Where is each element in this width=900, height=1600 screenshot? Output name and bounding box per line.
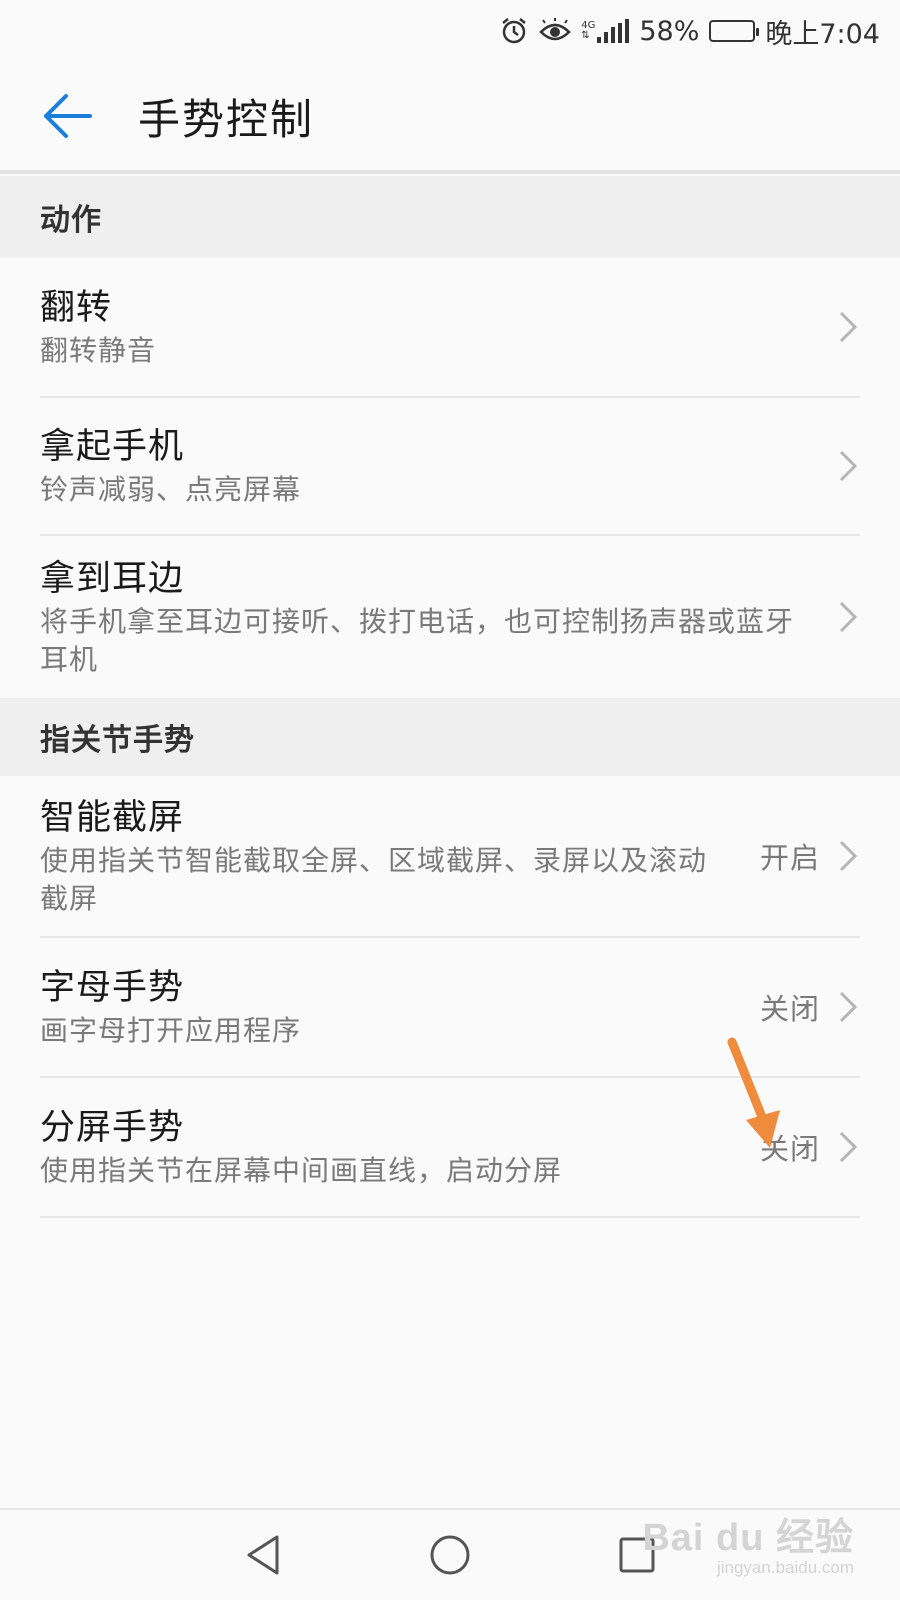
- chevron-right-icon: [838, 839, 860, 873]
- home-circle-icon: [430, 1535, 470, 1575]
- recents-square-icon: [619, 1537, 655, 1573]
- nav-home-button[interactable]: [415, 1520, 485, 1590]
- setting-item-pick-up[interactable]: 拿起手机 铃声减弱、点亮屏幕: [40, 398, 860, 536]
- setting-item-smart-screenshot[interactable]: 智能截屏 使用指关节智能截取全屏、区域截屏、录屏以及滚动截屏 开启: [40, 776, 860, 938]
- signal-icon: 4G ⇅: [581, 19, 630, 43]
- status-time: 晚上7:04: [765, 18, 880, 50]
- item-status-value: 开启: [759, 841, 820, 875]
- item-subtitle: 翻转静音: [40, 334, 157, 367]
- chevron-right-icon: [838, 600, 860, 634]
- chevron-right-icon: [838, 310, 860, 344]
- page-title: 手势控制: [138, 94, 315, 144]
- item-title: 拿起手机: [40, 427, 185, 467]
- back-button[interactable]: [28, 76, 124, 156]
- item-status-value: 关闭: [759, 1132, 820, 1166]
- chevron-right-icon: [838, 990, 860, 1024]
- eye-comfort-icon: [539, 18, 571, 44]
- item-subtitle: 使用指关节在屏幕中间画直线，启动分屏: [40, 1154, 563, 1187]
- title-bar: 手势控制: [0, 62, 900, 174]
- item-subtitle: 使用指关节智能截取全屏、区域截屏、录屏以及滚动截屏: [40, 844, 708, 915]
- settings-list: 动作 翻转 翻转静音 拿起手机 铃声减弱、点亮屏幕 拿到耳边 将手机拿至耳边可接…: [0, 176, 900, 1218]
- nav-recents-button[interactable]: [602, 1520, 672, 1590]
- item-title: 分屏手势: [40, 1108, 185, 1148]
- item-subtitle: 画字母打开应用程序: [40, 1014, 302, 1047]
- setting-item-split-screen-gesture[interactable]: 分屏手势 使用指关节在屏幕中间画直线，启动分屏 关闭: [40, 1078, 860, 1218]
- item-title: 拿到耳边: [40, 559, 185, 599]
- battery-percent: 58%: [639, 15, 700, 47]
- setting-item-letter-gestures[interactable]: 字母手势 画字母打开应用程序 关闭: [40, 938, 860, 1078]
- item-status-value: 关闭: [759, 992, 820, 1026]
- item-subtitle: 将手机拿至耳边可接听、拨打电话，也可控制扬声器或蓝牙耳机: [40, 605, 795, 676]
- alarm-icon: [499, 16, 529, 46]
- battery-icon: [709, 20, 760, 42]
- status-bar: 4G ⇅ 58% 晚上7:04: [0, 0, 900, 62]
- item-subtitle: 铃声减弱、点亮屏幕: [40, 473, 302, 506]
- item-title: 智能截屏: [40, 798, 185, 838]
- chevron-right-icon: [838, 449, 860, 483]
- item-title: 字母手势: [40, 968, 185, 1008]
- section-header-knuckle-gestures: 指关节手势: [0, 698, 900, 776]
- chevron-right-icon: [838, 1130, 860, 1164]
- item-title: 翻转: [40, 288, 113, 328]
- back-triangle-icon: [247, 1535, 279, 1575]
- section-header-actions: 动作: [0, 176, 900, 258]
- arrow-left-icon: [44, 94, 92, 138]
- navigation-bar: [0, 1508, 900, 1600]
- nav-back-button[interactable]: [228, 1520, 298, 1590]
- setting-item-raise-to-ear[interactable]: 拿到耳边 将手机拿至耳边可接听、拨打电话，也可控制扬声器或蓝牙耳机: [40, 536, 860, 698]
- setting-item-flip[interactable]: 翻转 翻转静音: [40, 258, 860, 398]
